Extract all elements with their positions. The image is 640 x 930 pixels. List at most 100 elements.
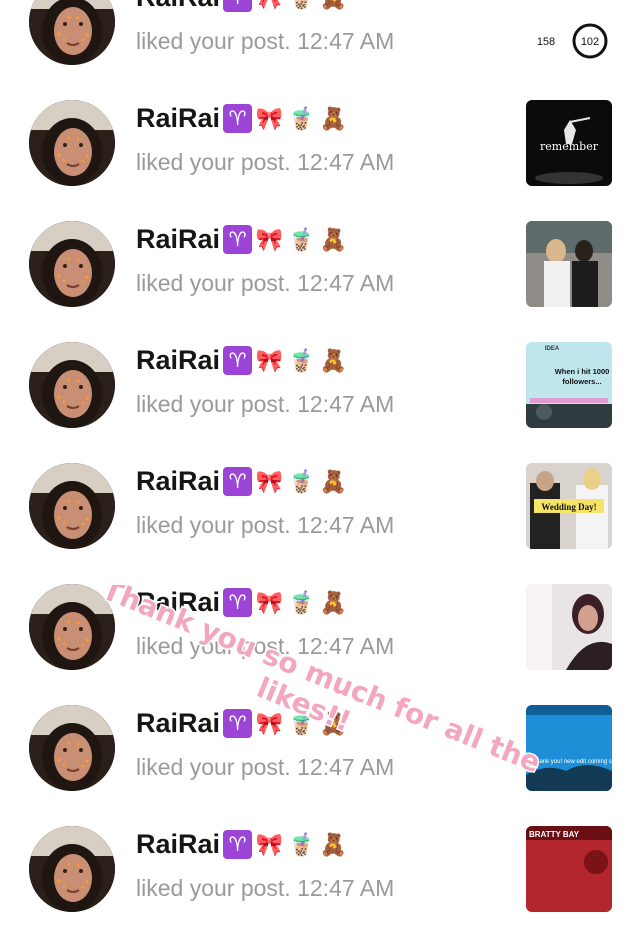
avatar[interactable] [29, 342, 115, 428]
ribbon-icon: 🎀 [255, 710, 284, 736]
action-text: liked your post. [136, 270, 291, 296]
post-thumbnail[interactable]: remember [526, 100, 612, 186]
notification-text: liked your post. 12:47 AM [136, 270, 394, 297]
teddy-bear-icon: 🧸 [319, 831, 348, 857]
svg-text:IDEA: IDEA [545, 346, 560, 352]
notification-text: liked your post. 12:47 AM [136, 875, 394, 902]
aries-icon: ♈ [223, 225, 253, 254]
svg-text:BRATTY BAY: BRATTY BAY [529, 830, 580, 839]
username-text: RaiRai [136, 829, 221, 859]
action-text: liked your post. [136, 512, 291, 538]
avatar-photo [29, 705, 115, 791]
teddy-bear-icon: 🧸 [319, 0, 348, 12]
timestamp: 12:47 AM [297, 754, 395, 780]
teddy-bear-icon: 🧸 [319, 347, 348, 373]
aries-icon: ♈ [223, 0, 253, 12]
avatar[interactable] [29, 826, 115, 912]
ribbon-icon: 🎀 [255, 226, 284, 252]
avatar-photo [29, 0, 115, 65]
ribbon-icon: 🎀 [255, 831, 284, 857]
notification-row[interactable]: RaiRai ♈ 🎀 🧋 🧸 liked your post. 12:47 AM… [0, 0, 640, 83]
username[interactable]: RaiRai ♈ 🎀 🧋 🧸 [136, 466, 348, 497]
notification-row[interactable]: RaiRai ♈ 🎀 🧋 🧸 liked your post. 12:47 AM… [0, 688, 640, 809]
svg-text:158: 158 [537, 36, 555, 48]
notification-row[interactable]: RaiRai ♈ 🎀 🧋 🧸 liked your post. 12:47 AM [0, 204, 640, 325]
notification-text: liked your post. 12:47 AM [136, 512, 394, 539]
username-text: RaiRai [136, 587, 221, 617]
notification-text: liked your post. 12:47 AM [136, 28, 394, 55]
timestamp: 12:47 AM [297, 28, 395, 54]
ribbon-icon: 🎀 [255, 589, 284, 615]
teddy-bear-icon: 🧸 [319, 710, 348, 736]
bubble-tea-icon: 🧋 [287, 347, 316, 373]
post-thumbnail[interactable]: Thank you! new edit coming soon! [526, 705, 612, 791]
action-text: liked your post. [136, 875, 291, 901]
notification-text: liked your post. 12:47 AM [136, 633, 394, 660]
post-thumbnail[interactable]: 158 102 [526, 0, 612, 65]
username[interactable]: RaiRai ♈ 🎀 🧋 🧸 [136, 587, 348, 618]
username[interactable]: RaiRai ♈ 🎀 🧋 🧸 [136, 0, 348, 13]
avatar-photo [29, 584, 115, 670]
bubble-tea-icon: 🧋 [287, 710, 316, 736]
svg-text:When i hit 1000: When i hit 1000 [555, 367, 610, 376]
aries-icon: ♈ [223, 709, 253, 738]
avatar-photo [29, 826, 115, 912]
action-text: liked your post. [136, 391, 291, 417]
notification-text: liked your post. 12:47 AM [136, 149, 394, 176]
aries-icon: ♈ [223, 104, 253, 133]
notification-text: liked your post. 12:47 AM [136, 391, 394, 418]
ribbon-icon: 🎀 [255, 468, 284, 494]
avatar[interactable] [29, 221, 115, 307]
svg-text:Wedding Day!: Wedding Day! [541, 502, 596, 512]
teddy-bear-icon: 🧸 [319, 105, 348, 131]
avatar[interactable] [29, 705, 115, 791]
username[interactable]: RaiRai ♈ 🎀 🧋 🧸 [136, 224, 348, 255]
action-text: liked your post. [136, 754, 291, 780]
post-thumbnail[interactable] [526, 221, 612, 307]
notification-text: liked your post. 12:47 AM [136, 754, 394, 781]
bubble-tea-icon: 🧋 [287, 589, 316, 615]
notification-row[interactable]: RaiRai ♈ 🎀 🧋 🧸 liked your post. 12:47 AM… [0, 446, 640, 567]
notification-row[interactable]: RaiRai ♈ 🎀 🧋 🧸 liked your post. 12:47 AM… [0, 809, 640, 930]
avatar-photo [29, 342, 115, 428]
aries-icon: ♈ [223, 346, 253, 375]
avatar[interactable] [29, 584, 115, 670]
username[interactable]: RaiRai ♈ 🎀 🧋 🧸 [136, 345, 348, 376]
username-text: RaiRai [136, 103, 221, 133]
username[interactable]: RaiRai ♈ 🎀 🧋 🧸 [136, 708, 348, 739]
avatar-photo [29, 100, 115, 186]
bubble-tea-icon: 🧋 [287, 226, 316, 252]
avatar[interactable] [29, 100, 115, 186]
avatar-photo [29, 221, 115, 307]
timestamp: 12:47 AM [297, 270, 395, 296]
avatar[interactable] [29, 0, 115, 65]
post-thumbnail[interactable]: IDEA When i hit 1000 followers... [526, 342, 612, 428]
username[interactable]: RaiRai ♈ 🎀 🧋 🧸 [136, 829, 348, 860]
notification-row[interactable]: RaiRai ♈ 🎀 🧋 🧸 liked your post. 12:47 AM… [0, 83, 640, 204]
timestamp: 12:47 AM [297, 512, 395, 538]
avatar-photo [29, 463, 115, 549]
teddy-bear-icon: 🧸 [319, 468, 348, 494]
username-text: RaiRai [136, 466, 221, 496]
aries-icon: ♈ [223, 588, 253, 617]
username[interactable]: RaiRai ♈ 🎀 🧋 🧸 [136, 103, 348, 134]
post-thumbnail[interactable]: Wedding Day! [526, 463, 612, 549]
notification-row[interactable]: RaiRai ♈ 🎀 🧋 🧸 liked your post. 12:47 AM… [0, 325, 640, 446]
action-text: liked your post. [136, 28, 291, 54]
aries-icon: ♈ [223, 467, 253, 496]
timestamp: 12:47 AM [297, 633, 395, 659]
notification-row[interactable]: RaiRai ♈ 🎀 🧋 🧸 liked your post. 12:47 AM [0, 567, 640, 688]
timestamp: 12:47 AM [297, 149, 395, 175]
action-text: liked your post. [136, 633, 291, 659]
bubble-tea-icon: 🧋 [287, 468, 316, 494]
avatar[interactable] [29, 463, 115, 549]
post-thumbnail[interactable]: BRATTY BAY [526, 826, 612, 912]
post-thumbnail[interactable] [526, 584, 612, 670]
timestamp: 12:47 AM [297, 875, 395, 901]
svg-text:followers...: followers... [562, 377, 601, 386]
svg-text:Thank you! new edit coming soo: Thank you! new edit coming soon! [532, 759, 612, 765]
aries-icon: ♈ [223, 830, 253, 859]
bubble-tea-icon: 🧋 [287, 831, 316, 857]
bubble-tea-icon: 🧋 [287, 0, 316, 12]
ribbon-icon: 🎀 [255, 105, 284, 131]
